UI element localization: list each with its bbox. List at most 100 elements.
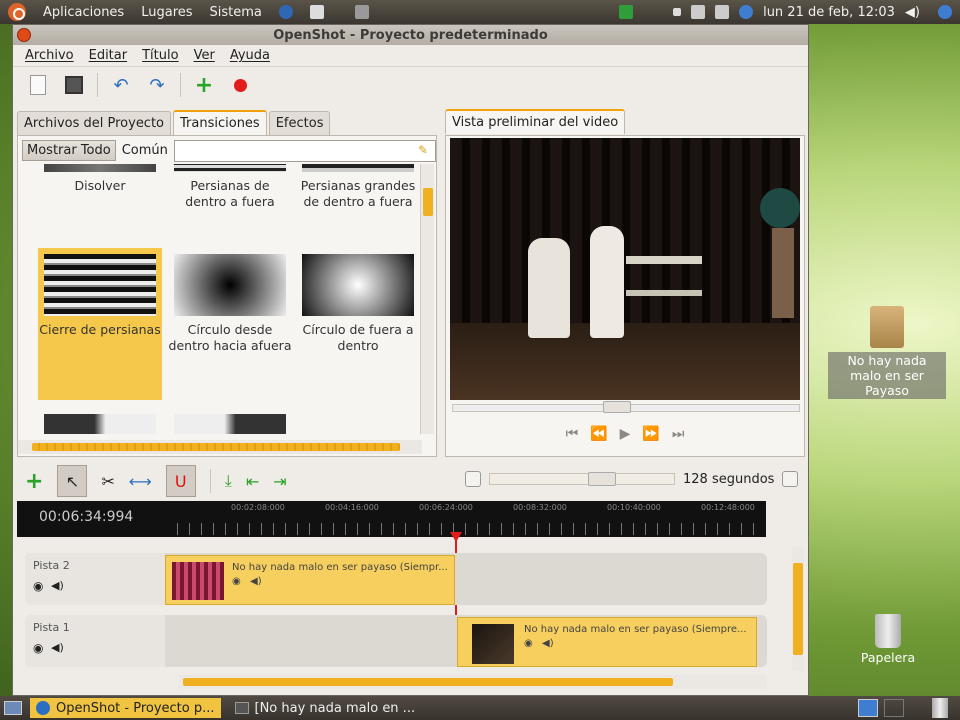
preview-seek-bar[interactable]	[452, 401, 800, 413]
exit-icon[interactable]	[619, 5, 634, 19]
zoom-in-icon[interactable]	[782, 471, 799, 487]
menu-titulo[interactable]: Título	[142, 48, 178, 63]
session-icon[interactable]	[938, 5, 952, 19]
menu-aplicaciones[interactable]: Aplicaciones	[43, 5, 124, 20]
close-window-button[interactable]	[17, 28, 31, 42]
terminal-icon[interactable]	[354, 5, 369, 19]
video-clip[interactable]: No hay nada malo en ser payaso (Siempre.…	[457, 617, 757, 667]
show-desktop-icon[interactable]	[4, 701, 22, 715]
scrollbar-thumb[interactable]	[423, 188, 433, 216]
workspace-icon-2[interactable]	[884, 699, 904, 717]
transition-item[interactable]	[38, 414, 162, 434]
menu-ayuda[interactable]: Ayuda	[230, 48, 270, 63]
razor-tool-icon[interactable]: ✂	[101, 472, 114, 491]
scrollbar-thumb[interactable]	[183, 678, 673, 686]
network-icon[interactable]	[691, 5, 706, 19]
video-clip[interactable]: No hay nada malo en ser payaso (Siempr..…	[165, 555, 455, 605]
menu-ver[interactable]: Ver	[194, 48, 215, 63]
timeline-horizontal-scrollbar[interactable]	[179, 675, 767, 689]
track-2: Pista 2 ◉ ◀) No hay nada malo en ser pay…	[25, 553, 767, 605]
save-button[interactable]	[61, 72, 87, 98]
jump-end-icon[interactable]: ⏭	[672, 426, 685, 442]
transition-item[interactable]: Disolver	[38, 164, 162, 194]
jump-start-icon[interactable]: ⏮	[566, 426, 579, 442]
transitions-vertical-scrollbar[interactable]	[420, 164, 434, 434]
add-files-button[interactable]: +	[191, 72, 217, 98]
clip-eye-icon[interactable]: ◉	[232, 576, 241, 587]
speaker-icon[interactable]: ◀)	[51, 579, 64, 592]
tab-project-files[interactable]: Archivos del Proyecto	[17, 111, 172, 135]
desktop-folder[interactable]: No hay nada malo en ser Payaso	[828, 306, 946, 399]
playhead-marker[interactable]	[450, 532, 462, 542]
undo-button[interactable]: ↶	[108, 72, 134, 98]
snapping-tool-icon[interactable]: U	[165, 465, 196, 497]
add-track-icon[interactable]: +	[25, 469, 43, 494]
scrollbar-thumb[interactable]	[793, 563, 803, 655]
openshot-icon	[36, 701, 50, 715]
tab-video-preview[interactable]: Vista preliminar del video	[445, 109, 626, 134]
menu-lugares[interactable]: Lugares	[141, 5, 192, 20]
resize-tool-icon[interactable]: ⟷	[129, 472, 152, 491]
rewind-icon[interactable]: ⏪	[590, 426, 607, 442]
new-project-button[interactable]	[25, 72, 51, 98]
transition-item-selected[interactable]: Cierre de persianas	[38, 248, 162, 400]
clear-search-icon[interactable]: ✎	[418, 143, 428, 157]
fast-forward-icon[interactable]: ⏩	[642, 426, 659, 442]
zoom-out-icon[interactable]	[465, 471, 481, 487]
eye-icon[interactable]: ◉	[33, 579, 43, 593]
menu-sistema[interactable]: Sistema	[210, 5, 262, 20]
add-marker-icon[interactable]: ⤓	[225, 471, 232, 491]
battery-icon[interactable]	[715, 5, 730, 19]
transition-item[interactable]: Persianas de dentro a fuera	[168, 164, 292, 210]
transition-item[interactable]: Persianas grandes de dentro a fuera	[296, 164, 420, 210]
taskbar-item-openshot[interactable]: OpenShot - Proyecto p...	[30, 698, 221, 718]
next-marker-icon[interactable]: ⇥	[273, 472, 286, 491]
timeline-toolbar: + ↖ ✂ ⟷ U ⤓ ⇤ ⇥	[25, 465, 287, 497]
select-tool-icon[interactable]: ↖	[57, 465, 88, 497]
transition-item[interactable]: Círculo desde dentro hacia afuera	[168, 254, 292, 354]
menu-editar[interactable]: Editar	[89, 48, 128, 63]
tab-transitions[interactable]: Transiciones	[173, 110, 267, 135]
previous-marker-icon[interactable]: ⇤	[246, 472, 259, 491]
add-icon: +	[194, 72, 214, 98]
transitions-horizontal-scrollbar[interactable]	[18, 440, 422, 454]
tab-effects[interactable]: Efectos	[268, 111, 331, 135]
workspace-icon[interactable]	[673, 8, 682, 16]
mail-icon[interactable]	[309, 5, 324, 19]
window-titlebar[interactable]: OpenShot - Proyecto predeterminado	[13, 25, 808, 45]
speaker-icon[interactable]: ◀)	[51, 641, 64, 654]
menu-archivo[interactable]: Archivo	[25, 48, 74, 63]
eye-icon[interactable]: ◉	[33, 641, 43, 655]
timeline-ruler[interactable]: 00:06:34:994 00:02:08:000 00:04:16:000 0…	[17, 501, 766, 537]
workspace-switcher-icon[interactable]	[858, 699, 878, 717]
seek-handle[interactable]	[603, 401, 631, 413]
clip-speaker-icon[interactable]: ◀)	[250, 576, 262, 587]
timeline-vertical-scrollbar[interactable]	[792, 547, 804, 671]
clock[interactable]: lun 21 de feb, 12:03	[763, 5, 895, 20]
browser-icon[interactable]	[278, 5, 293, 19]
show-all-button[interactable]: Mostrar Todo	[22, 140, 116, 161]
play-icon[interactable]: ▶	[620, 426, 631, 442]
stage-floor	[450, 323, 800, 400]
bluetooth-icon[interactable]	[739, 5, 754, 19]
desktop-trash[interactable]: Papelera	[860, 614, 916, 665]
zoom-label: 128 segundos	[683, 471, 775, 487]
redo-button[interactable]: ↷	[144, 72, 170, 98]
ubuntu-logo-icon[interactable]	[8, 3, 26, 21]
common-filter[interactable]: Común	[122, 143, 168, 158]
trash-panel-icon[interactable]	[932, 698, 948, 718]
new-file-icon	[30, 75, 46, 95]
search-input[interactable]	[174, 140, 436, 162]
taskbar-item-folder[interactable]: [No hay nada malo en ...	[229, 698, 422, 718]
scrollbar-thumb[interactable]	[32, 443, 400, 451]
zoom-slider[interactable]	[489, 472, 675, 486]
record-button[interactable]	[227, 72, 253, 98]
transition-item[interactable]: Círculo de fuera a dentro	[296, 254, 420, 354]
clip-speaker-icon[interactable]: ◀)	[542, 638, 554, 649]
zoom-control: 128 segundos	[465, 471, 799, 487]
tick-marks	[177, 523, 757, 535]
transition-item[interactable]	[168, 414, 292, 434]
zoom-slider-handle[interactable]	[588, 472, 616, 486]
clip-eye-icon[interactable]: ◉	[524, 638, 533, 649]
volume-icon[interactable]: ◀)	[905, 5, 920, 20]
